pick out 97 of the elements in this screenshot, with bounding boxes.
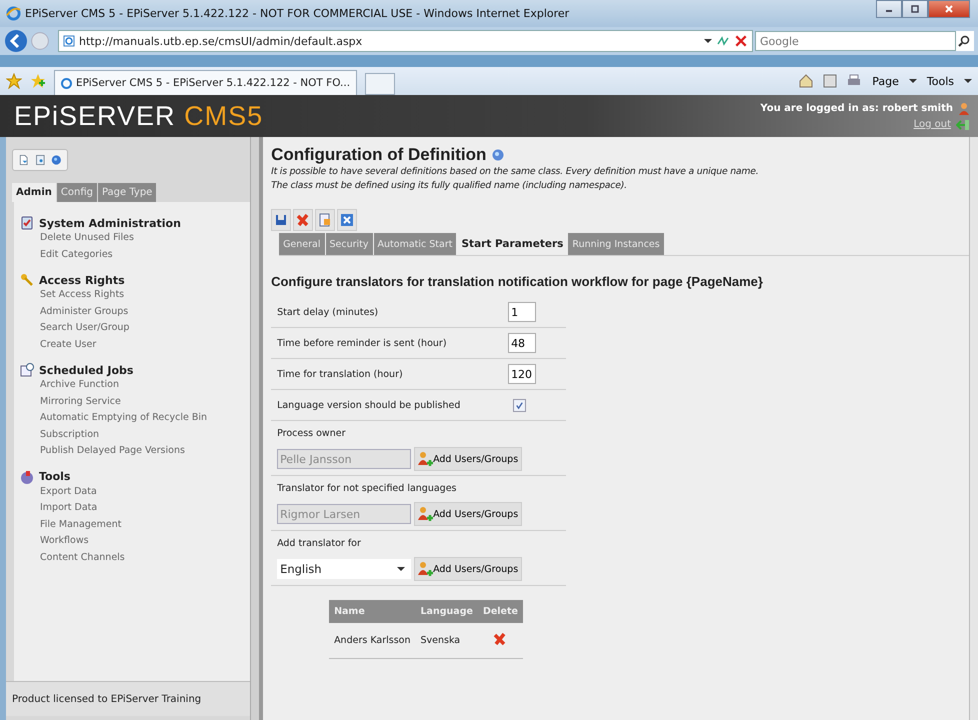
- form-heading: Configure translators for translation notification workflow for page {PageName}: [271, 274, 764, 289]
- input-field[interactable]: 1: [508, 302, 536, 322]
- command-menu[interactable]: Tools: [924, 74, 956, 88]
- sidebar-link[interactable]: Import Data: [20, 500, 250, 516]
- logout-link[interactable]: Log out: [914, 119, 951, 130]
- dropdown-caret-icon[interactable]: [908, 78, 917, 84]
- tab[interactable]: Security: [326, 233, 373, 255]
- sidebar-link[interactable]: Set Access Rights: [20, 287, 250, 304]
- sidebar-link[interactable]: Administer Groups: [20, 304, 250, 320]
- column-header: Delete: [478, 600, 523, 623]
- search-field[interactable]: Google: [755, 31, 956, 51]
- dropdown-caret-icon[interactable]: [704, 38, 712, 44]
- description-text: It is possible to have several definitions based on the same class. Every definition must have a unique name.: [271, 165, 760, 179]
- section-title: System Administration: [39, 216, 181, 230]
- save-icon: [274, 213, 288, 227]
- sidebar-link[interactable]: Workflows: [20, 533, 250, 550]
- add-users-button[interactable]: Add Users/Groups: [414, 557, 522, 581]
- splitter-handle[interactable]: [250, 137, 260, 720]
- browser-tab[interactable]: EPiServer CMS 5 - EPiServer 5.1.422.122 - NOT FO...: [54, 70, 358, 95]
- dropdown-caret-icon: [397, 566, 406, 572]
- sidebar-link[interactable]: Mirroring Service: [20, 394, 250, 410]
- section-title: Scheduled Jobs: [39, 364, 134, 376]
- maximize-icon: [910, 4, 920, 14]
- add-user-icon: [417, 506, 434, 522]
- stop-icon[interactable]: [734, 34, 748, 48]
- add-favorite-icon[interactable]: [30, 73, 46, 89]
- close-icon: [944, 4, 954, 14]
- field-label: Time before reminder is sent (hour): [277, 338, 447, 348]
- field-label: Translator for not specified languages: [277, 483, 458, 494]
- column-header: Language: [416, 600, 478, 623]
- section-title: Tools: [39, 470, 70, 483]
- delete-icon: [296, 213, 310, 227]
- add-user-icon: [417, 561, 434, 577]
- maximize-button[interactable]: [902, 0, 928, 18]
- sidebar-link[interactable]: Archive Function: [20, 377, 250, 394]
- field-label: Add translator for: [277, 538, 362, 549]
- delete-icon[interactable]: [493, 632, 508, 646]
- delete-button[interactable]: [293, 209, 314, 231]
- sidebar-tab[interactable]: Page Type: [98, 183, 156, 202]
- sidebar-link[interactable]: Export Data: [20, 484, 250, 500]
- back-button[interactable]: [4, 29, 28, 53]
- close-button[interactable]: [928, 0, 970, 18]
- search-icon[interactable]: [958, 35, 970, 47]
- field-label: Language version should be published: [277, 400, 460, 410]
- field-label: Time for translation (hour): [277, 368, 403, 380]
- sidebar-link[interactable]: File Management: [20, 516, 250, 533]
- section-title: Access Rights: [39, 274, 125, 286]
- sidebar-tab[interactable]: Admin: [12, 183, 56, 202]
- help-icon[interactable]: [51, 153, 62, 167]
- add-user-icon: [417, 451, 434, 467]
- help-icon[interactable]: [492, 149, 504, 161]
- field-label: Start delay (minutes): [277, 306, 378, 318]
- checkbox[interactable]: [513, 398, 526, 412]
- home-icon[interactable]: [798, 73, 814, 89]
- table-cell: Anders Karlsson: [329, 623, 416, 658]
- address-field[interactable]: http://manuals.utb.ep.se/cmsUI/admin/default.aspx: [58, 30, 753, 52]
- sidebar-link[interactable]: Automatic Emptying of Recycle Bin: [20, 410, 250, 426]
- document-icon[interactable]: [34, 153, 46, 167]
- input-field[interactable]: 48: [508, 333, 536, 353]
- field-label: Process owner: [277, 428, 346, 439]
- dropdown-caret-icon[interactable]: [964, 78, 972, 84]
- user-icon: [958, 102, 970, 116]
- circle-icon: [30, 31, 50, 51]
- cancel-button[interactable]: [337, 209, 358, 231]
- tab[interactable]: Automatic Start: [374, 233, 456, 255]
- favorites-star-icon[interactable]: [6, 73, 22, 89]
- tab[interactable]: Running Instances: [568, 233, 664, 255]
- browser-logo-icon: [6, 6, 21, 21]
- new-tab-button[interactable]: [365, 73, 396, 95]
- description-text: The class must be defined using its fully qualified name (including namespace).: [271, 179, 628, 193]
- input-field[interactable]: 120: [508, 364, 536, 384]
- window-title: EPiServer CMS 5 - EPiServer 5.1.422.122 - NOT FOR COMMERCIAL USE - Windows Internet Explorer: [25, 7, 570, 20]
- document-icon: [318, 213, 332, 227]
- sidebar-link[interactable]: Edit Categories: [20, 246, 250, 263]
- language-dropdown[interactable]: English: [277, 559, 412, 579]
- minimize-button[interactable]: [876, 0, 902, 18]
- save-button[interactable]: [271, 209, 292, 231]
- sidebar-link[interactable]: Create User: [20, 336, 250, 353]
- login-info: You are logged in as: robert smith: [760, 103, 953, 114]
- sidebar-link[interactable]: Publish Delayed Page Versions: [20, 443, 250, 460]
- table-cell: Svenska: [416, 623, 478, 658]
- clipboard-icon: [20, 216, 34, 230]
- copy-button[interactable]: [315, 209, 336, 231]
- close-icon: [340, 213, 354, 227]
- sidebar-link[interactable]: Subscription: [20, 426, 250, 443]
- sidebar-link[interactable]: Content Channels: [20, 550, 250, 566]
- license-footer: Product licensed to EPiServer Training: [6, 681, 250, 716]
- sidebar-link[interactable]: Search User/Group: [20, 320, 250, 336]
- column-header: Name: [329, 600, 416, 623]
- logo: EPiSERVER CMS5: [14, 100, 264, 132]
- scrollbar[interactable]: [969, 137, 978, 720]
- sidebar-tab[interactable]: Config: [56, 183, 97, 202]
- logout-icon: [956, 118, 970, 130]
- command-menu[interactable]: Page: [870, 74, 901, 88]
- sidebar-link[interactable]: Delete Unused Files: [20, 230, 250, 246]
- page-title: Configuration of Definition: [271, 145, 486, 165]
- tab[interactable]: General: [279, 233, 325, 255]
